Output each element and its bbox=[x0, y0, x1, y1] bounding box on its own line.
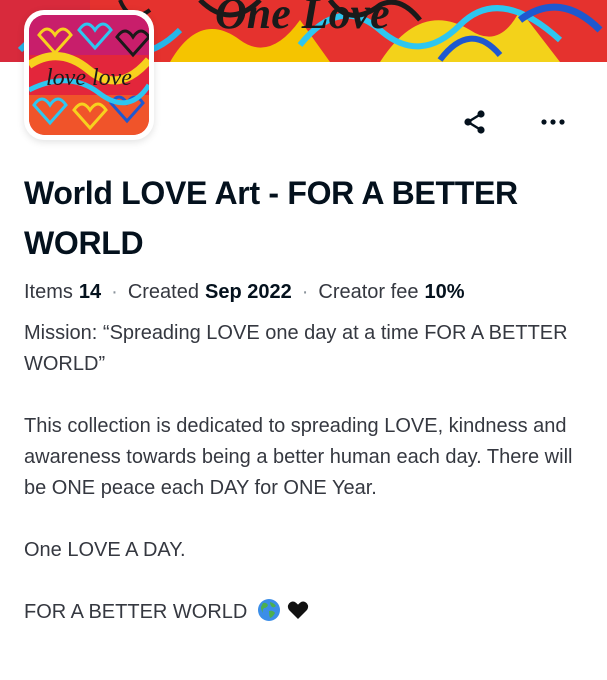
collection-avatar: love love bbox=[24, 10, 154, 140]
creator-fee-label: Creator fee bbox=[318, 281, 419, 303]
items-value: 14 bbox=[78, 281, 102, 303]
more-options-button[interactable] bbox=[539, 108, 567, 136]
stats-separator: · bbox=[111, 281, 118, 303]
collection-stats: Items 14 · Created Sep 2022 · Creator fe… bbox=[24, 278, 464, 306]
share-button[interactable] bbox=[461, 108, 489, 136]
more-icon bbox=[541, 119, 565, 125]
banner-art-text: One Love bbox=[215, 0, 390, 38]
description-body: This collection is dedicated to spreadin… bbox=[24, 415, 573, 499]
collection-actions bbox=[461, 108, 567, 136]
items-label: Items bbox=[24, 281, 73, 303]
description-mission: Mission: “Spreading LOVE one day at a ti… bbox=[24, 322, 568, 375]
globe-emoji-icon bbox=[257, 599, 280, 621]
created-value: Sep 2022 bbox=[204, 281, 292, 303]
collection-description: Mission: “Spreading LOVE one day at a ti… bbox=[24, 318, 584, 628]
stats-separator: · bbox=[301, 281, 309, 303]
description-tagline: One LOVE A DAY. bbox=[24, 539, 186, 561]
creator-fee-value: 10% bbox=[424, 281, 465, 303]
avatar-art-text: love love bbox=[46, 65, 132, 91]
share-icon bbox=[464, 110, 485, 134]
description-closing-line: FOR A BETTER WORLD bbox=[24, 597, 584, 628]
black-heart-emoji-icon bbox=[288, 601, 309, 619]
collection-title: World LOVE Art - FOR A BETTER WORLD bbox=[24, 175, 518, 261]
created-label: Created bbox=[127, 281, 199, 303]
description-closing: FOR A BETTER WORLD bbox=[24, 601, 248, 623]
